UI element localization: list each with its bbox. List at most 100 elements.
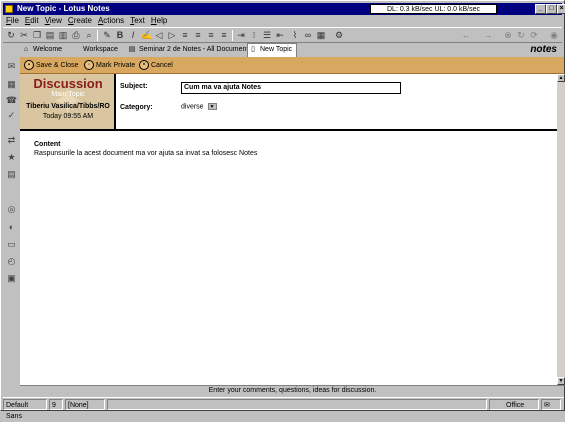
database-icon: ▤ [128,46,136,53]
highlight-icon[interactable]: ✎ [102,30,112,40]
menu-file[interactable]: File [3,15,22,26]
todo-bookmark-icon[interactable]: ✓ [5,109,18,121]
save-icon: ▪ [24,60,34,70]
status-bar: Default Sans 9 [None] Office ✉ [3,397,564,420]
stop-icon[interactable]: ⊗ [503,30,513,40]
paste-icon[interactable]: ▤ [45,30,55,40]
table-icon[interactable]: ▦ [316,30,326,40]
back-icon[interactable]: ← [461,30,471,40]
refresh-icon[interactable]: ↻ [6,30,16,40]
history-icon[interactable]: ⟳ [529,30,539,40]
close-button[interactable]: × [557,4,565,14]
application-window: New Topic - Lotus Notes DL: 0.3 kB/sec U… [0,0,565,420]
save-close-button[interactable]: ▪ Save & Close [24,60,78,71]
databases-bookmark-icon[interactable]: ▤ [5,168,18,180]
paragraph-style[interactable]: [None] [65,399,105,410]
menu-text[interactable]: Text [127,15,148,26]
shrink-text-icon[interactable]: ◁ [154,30,164,40]
category-field[interactable]: diverse ▼ [181,103,217,110]
title-bar: New Topic - Lotus Notes DL: 0.3 kB/sec U… [3,3,565,15]
indent-icon[interactable]: ⇥ [236,30,246,40]
content-label: Content [34,141,61,148]
vertical-scrollbar[interactable]: ▲ ▼ [557,74,565,385]
bullet-list-icon[interactable]: ⁝ [249,30,259,40]
location[interactable]: Office [489,399,539,410]
scroll-up-icon[interactable]: ▲ [557,74,565,82]
mail-status-icon[interactable]: ✉ [541,399,561,410]
cut-icon[interactable]: ✂ [19,30,29,40]
banner-subtitle: Main Topic [51,91,85,98]
menu-bar: File Edit View Create Actions Text Help [3,15,562,26]
minimize-button[interactable]: _ [535,4,546,14]
tab-label: Workspace [83,46,118,53]
calendar-bookmark-icon[interactable]: ▦ [5,78,18,90]
scroll-down-icon[interactable]: ▼ [557,377,565,385]
italic-icon[interactable]: I [128,30,138,40]
mark-private-label: Mark Private [96,62,136,69]
subject-field[interactable]: Cum ma va ajuta Notes [181,82,401,94]
save-close-label: Save & Close [36,62,79,69]
font-name[interactable]: Default Sans [3,399,47,420]
bold-icon[interactable]: B [115,30,125,40]
news-bookmark-icon[interactable]: ▣ [5,272,18,284]
workspace-icon [72,46,80,54]
menu-edit[interactable]: Edit [22,15,42,26]
mark-private-button[interactable]: ◦ Mark Private [84,60,135,71]
font-size[interactable]: 9 [49,399,63,410]
internet-bookmark-icon[interactable]: ◐ [5,221,18,233]
align-right-icon[interactable]: ≡ [206,30,216,40]
tab-label: New Topic [260,46,293,53]
menu-create[interactable]: Create [65,15,95,26]
pen-icon[interactable]: ✍ [141,30,152,40]
chevron-down-icon[interactable]: ▼ [207,103,217,110]
align-full-icon[interactable]: ≡ [219,30,229,40]
attach-icon[interactable]: ⌇ [290,30,300,40]
paste-special-icon[interactable]: ▥ [58,30,68,40]
header-divider [20,129,557,131]
tab-label: Seminar 2 de Notes - All Documents [139,46,252,53]
cancel-button[interactable]: × Cancel [139,60,173,71]
action-bar: ▪ Save & Close ◦ Mark Private × Cancel [20,57,564,74]
number-list-icon[interactable]: ☰ [262,30,272,40]
copy-icon[interactable]: ❐ [32,30,42,40]
menu-actions[interactable]: Actions [95,15,127,26]
search-icon[interactable]: ⌕ [84,30,94,40]
tab-welcome[interactable]: ⌂ Welcome [21,44,62,56]
reload-icon[interactable]: ↻ [516,30,526,40]
properties-icon[interactable]: ⚙ [334,30,344,40]
tab-new-topic[interactable]: ▯ New Topic [247,43,298,57]
mail-bookmark-icon[interactable]: ✉ [5,60,18,72]
replicator-bookmark-icon[interactable]: ⇄ [5,134,18,146]
content-field[interactable]: Raspunsurile la acest document ma vor aj… [34,150,257,157]
menu-help[interactable]: Help [148,15,170,26]
history-bookmark-icon[interactable]: ◴ [5,255,18,267]
link-icon[interactable]: ∞ [303,30,313,40]
tab-label: Welcome [33,46,63,53]
maximize-button[interactable]: □ [546,4,557,14]
category-label: Category: [120,104,153,111]
tab-bar: ⌂ Welcome Workspace ▤ Seminar 2 de Notes… [3,43,562,57]
cancel-label: Cancel [151,62,173,69]
forward-icon[interactable]: → [483,30,493,40]
lotus-notes-app-icon[interactable] [5,5,13,13]
print-icon[interactable]: ⎙ [71,30,81,40]
outdent-icon[interactable]: ⇤ [275,30,285,40]
tab-seminar-database[interactable]: ▤ Seminar 2 de Notes - All Documents [127,44,252,56]
folder-bookmark-icon[interactable]: ▭ [5,238,18,250]
toolbar-separator [232,30,233,41]
lock-icon: ◦ [84,60,94,70]
status-message [107,399,487,410]
bookmark-bar: ✉ ▦ ☎ ✓ ⇄ ★ ▤ ◎ ◐ ▭ ◴ ▣ [3,57,20,384]
form-hint: Enter your comments, questions, ideas fo… [20,385,565,395]
more-bookmarks-icon[interactable]: ◎ [5,203,18,215]
tab-workspace[interactable]: Workspace [71,44,118,56]
align-left-icon[interactable]: ≡ [180,30,190,40]
menu-view[interactable]: View [42,15,65,26]
enlarge-text-icon[interactable]: ▷ [167,30,177,40]
web-icon[interactable]: ◉ [549,30,559,40]
align-center-icon[interactable]: ≡ [193,30,203,40]
address-book-bookmark-icon[interactable]: ☎ [5,94,18,106]
category-value: diverse [181,103,204,111]
favorites-bookmark-icon[interactable]: ★ [5,151,18,163]
banner-title: Discussion [33,76,103,91]
